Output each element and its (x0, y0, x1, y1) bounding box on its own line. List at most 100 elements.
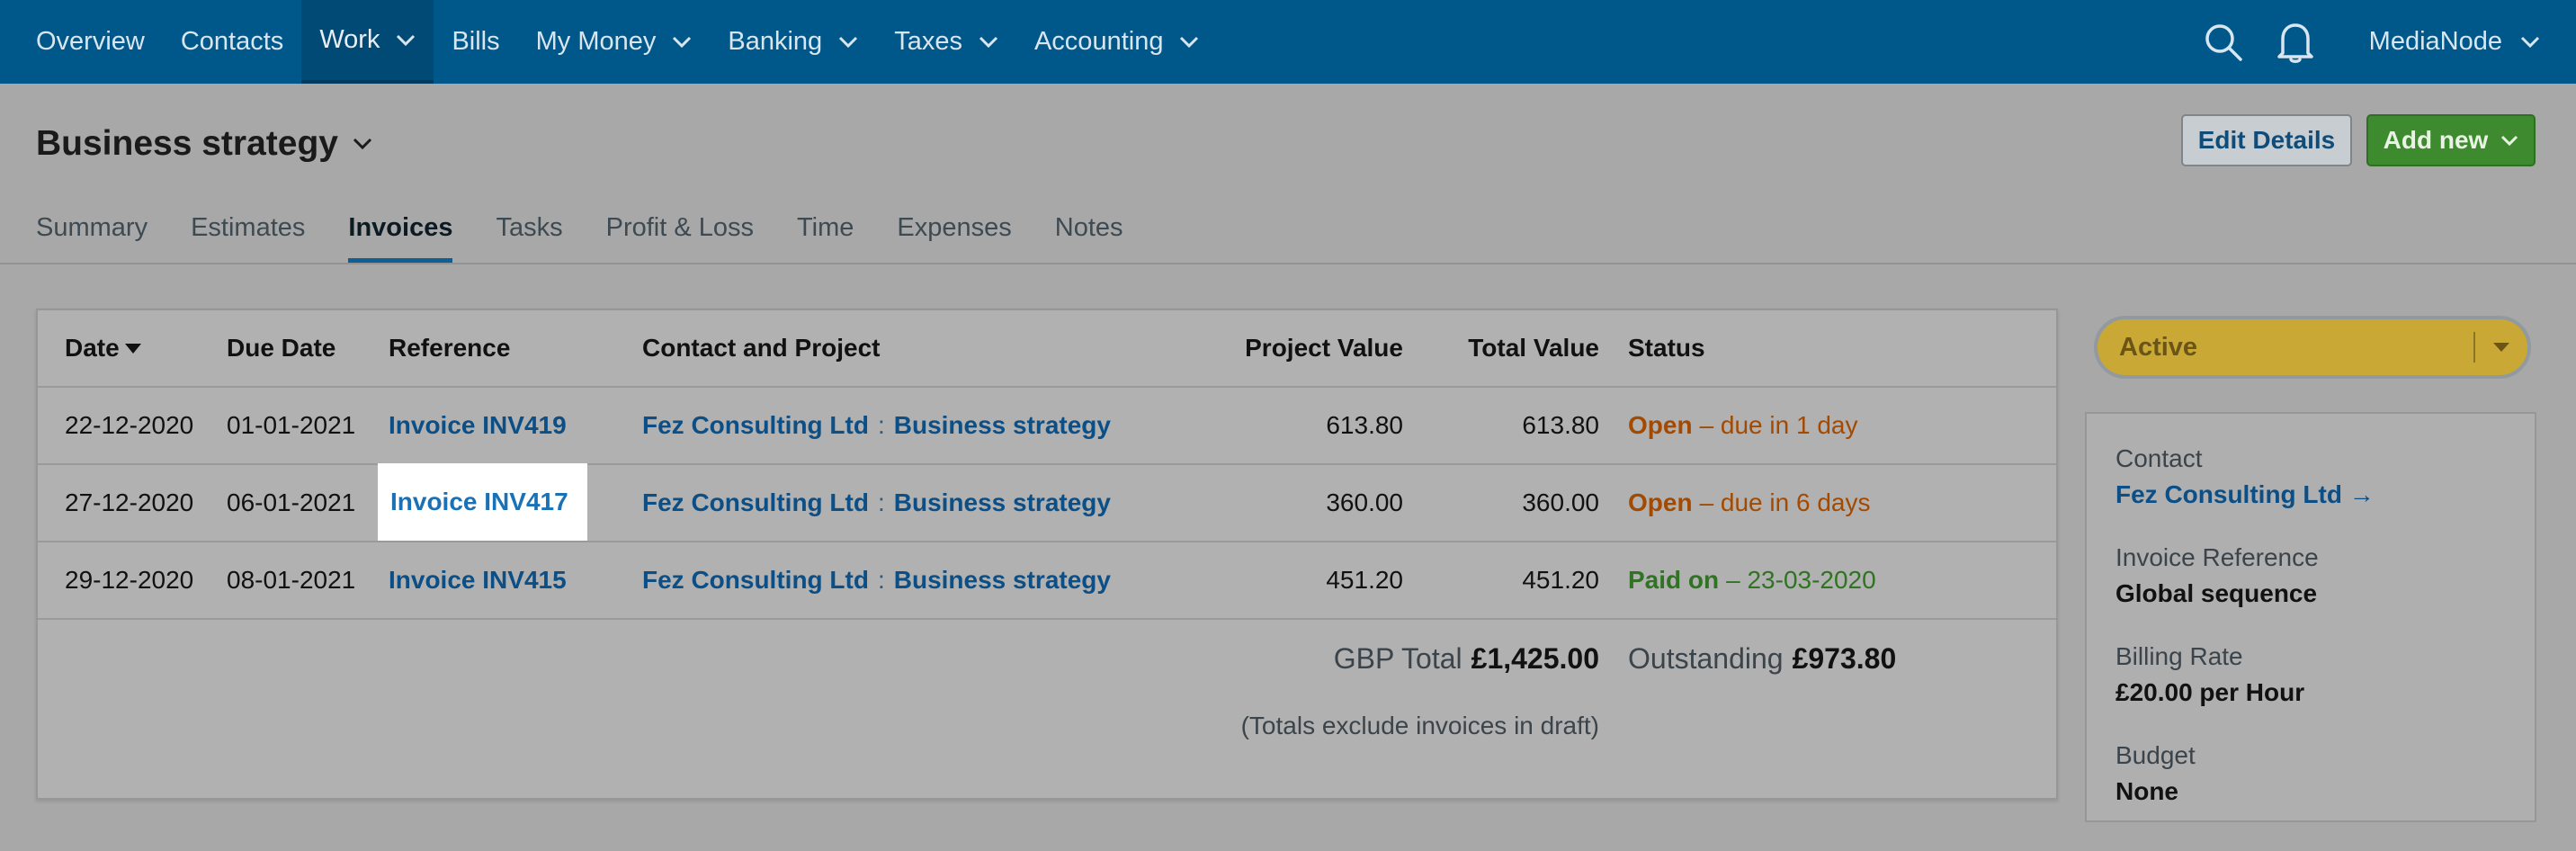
account-name: MediaNode (2368, 27, 2502, 56)
outstanding-value: £973.80 (1792, 641, 1897, 675)
status-label: Paid on (1628, 566, 1720, 594)
column-total-value[interactable]: Total Value (1423, 310, 1599, 386)
tab-time[interactable]: Time (797, 198, 854, 263)
tab-estimates[interactable]: Estimates (191, 198, 305, 263)
project-title-dropdown[interactable]: Business strategy (36, 124, 372, 164)
contact-link[interactable]: Fez Consulting Ltd (642, 488, 869, 517)
table-header: Date Due Date Reference Contact and Proj… (38, 310, 2056, 388)
tab-summary[interactable]: Summary (36, 198, 148, 263)
row-status: Open – due in 1 day (1628, 388, 1857, 463)
invoice-reference-link-highlighted[interactable]: Invoice INV417 (378, 463, 587, 541)
sort-descending-icon (124, 343, 141, 354)
tab-notes[interactable]: Notes (1055, 198, 1123, 263)
tab-tasks[interactable]: Tasks (496, 198, 562, 263)
row-status: Open – due in 6 days (1628, 465, 1870, 541)
status-detail: – due in 1 day (1699, 411, 1858, 439)
invoice-reference-link[interactable]: Invoice INV419 (389, 411, 567, 440)
row-total-value: 613.80 (1522, 411, 1599, 439)
nav-banking[interactable]: Banking (710, 0, 876, 84)
main-menu: Overview Contacts Work Bills My Money Ba… (0, 0, 1217, 84)
column-reference[interactable]: Reference (389, 310, 510, 386)
nav-contacts-label: Contacts (180, 27, 284, 56)
tab-profit-loss[interactable]: Profit & Loss (606, 198, 754, 263)
budget-label: Budget (2115, 741, 2196, 769)
column-due-date[interactable]: Due Date (227, 310, 335, 386)
search-button[interactable] (2196, 15, 2250, 69)
column-status[interactable]: Status (1628, 310, 1705, 386)
row-status: Paid on – 23-03-2020 (1628, 542, 1876, 618)
top-navigation: Overview Contacts Work Bills My Money Ba… (0, 0, 2576, 84)
gbp-total: GBP Total £1,425.00 (1334, 620, 1599, 697)
project-status-value: Active (2119, 332, 2198, 362)
select-divider (2473, 332, 2475, 363)
row-project-value: 613.80 (1326, 411, 1403, 439)
table-row: 29-12-2020 08-01-2021 Invoice INV415 Fez… (38, 542, 2056, 620)
add-new-button[interactable]: Add new (2366, 114, 2536, 166)
row-total-value: 451.20 (1522, 566, 1599, 594)
project-details-panel: Contact Fez Consulting Ltd → Invoice Ref… (2085, 412, 2536, 822)
column-date[interactable]: Date (65, 310, 141, 386)
row-date: 27-12-2020 (65, 488, 194, 516)
project-tabs: Summary Estimates Invoices Tasks Profit … (0, 198, 2576, 264)
nav-accounting-label: Accounting (1033, 27, 1164, 56)
nav-taxes-label: Taxes (894, 27, 962, 56)
status-detail: – due in 6 days (1699, 488, 1871, 516)
row-due-date: 08-01-2021 (227, 566, 356, 594)
chevron-down-icon (2520, 36, 2540, 48)
nav-bills[interactable]: Bills (434, 0, 517, 84)
nav-work-label: Work (319, 25, 380, 54)
nav-taxes[interactable]: Taxes (876, 0, 1016, 84)
table-row: 22-12-2020 01-01-2021 Invoice INV419 Fez… (38, 388, 2056, 465)
chevron-down-icon (2501, 135, 2518, 146)
invoice-reference-value: Global sequence (2115, 579, 2318, 607)
budget-value: None (2115, 777, 2178, 805)
account-menu[interactable]: MediaNode (2369, 27, 2540, 57)
totals-note: (Totals exclude invoices in draft) (1240, 712, 1599, 739)
contact-label: Contact (2115, 444, 2203, 472)
nav-bills-label: Bills (452, 27, 500, 56)
separator: : (877, 566, 885, 594)
table-row: 27-12-2020 06-01-2021 Fez Consulting Ltd… (38, 465, 2056, 542)
chevron-down-icon (839, 36, 858, 48)
chevron-down-icon (673, 36, 692, 48)
chevron-down-icon (979, 36, 998, 48)
row-date: 22-12-2020 (65, 411, 194, 439)
nav-overview[interactable]: Overview (18, 0, 163, 84)
nav-utilities: MediaNode (2178, 0, 2576, 84)
invoice-reference-link[interactable]: Invoice INV415 (389, 566, 567, 595)
gbp-total-label: GBP Total (1333, 641, 1462, 675)
contact-link[interactable]: Fez Consulting Ltd → (2115, 480, 2506, 509)
row-total-value: 360.00 (1522, 488, 1599, 516)
nav-overview-label: Overview (36, 27, 145, 56)
tab-invoices[interactable]: Invoices (348, 198, 453, 263)
totals-row: GBP Total £1,425.00 Outstanding £973.80 (38, 620, 2056, 697)
add-new-label: Add new (2383, 126, 2489, 154)
search-icon (2205, 23, 2242, 61)
chevron-down-icon (397, 34, 416, 46)
status-label: Open (1628, 411, 1693, 439)
outstanding-total: Outstanding £973.80 (1628, 620, 1896, 697)
bell-icon (2276, 22, 2313, 63)
nav-my-money[interactable]: My Money (518, 0, 711, 84)
tab-expenses[interactable]: Expenses (897, 198, 1011, 263)
outstanding-label: Outstanding (1628, 641, 1784, 675)
billing-rate-label: Billing Rate (2115, 642, 2243, 670)
contact-link[interactable]: Fez Consulting Ltd (642, 411, 869, 440)
row-project-value: 360.00 (1326, 488, 1403, 516)
chevron-down-icon (353, 138, 372, 150)
nav-my-money-label: My Money (535, 27, 657, 56)
contact-link[interactable]: Fez Consulting Ltd (642, 566, 869, 595)
nav-accounting[interactable]: Accounting (1016, 0, 1218, 84)
nav-contacts[interactable]: Contacts (163, 0, 301, 84)
column-contact-project[interactable]: Contact and Project (642, 310, 880, 386)
nav-work[interactable]: Work (301, 0, 434, 84)
column-date-label: Date (65, 334, 120, 362)
row-date: 29-12-2020 (65, 566, 194, 594)
billing-rate-value: £20.00 per Hour (2115, 678, 2305, 706)
column-project-value[interactable]: Project Value (1027, 310, 1403, 386)
chevron-down-icon (1180, 36, 1199, 48)
gbp-total-value: £1,425.00 (1471, 641, 1599, 675)
notifications-button[interactable] (2268, 15, 2322, 69)
project-status-select[interactable]: Active (2094, 316, 2531, 379)
edit-details-button[interactable]: Edit Details (2181, 114, 2352, 166)
